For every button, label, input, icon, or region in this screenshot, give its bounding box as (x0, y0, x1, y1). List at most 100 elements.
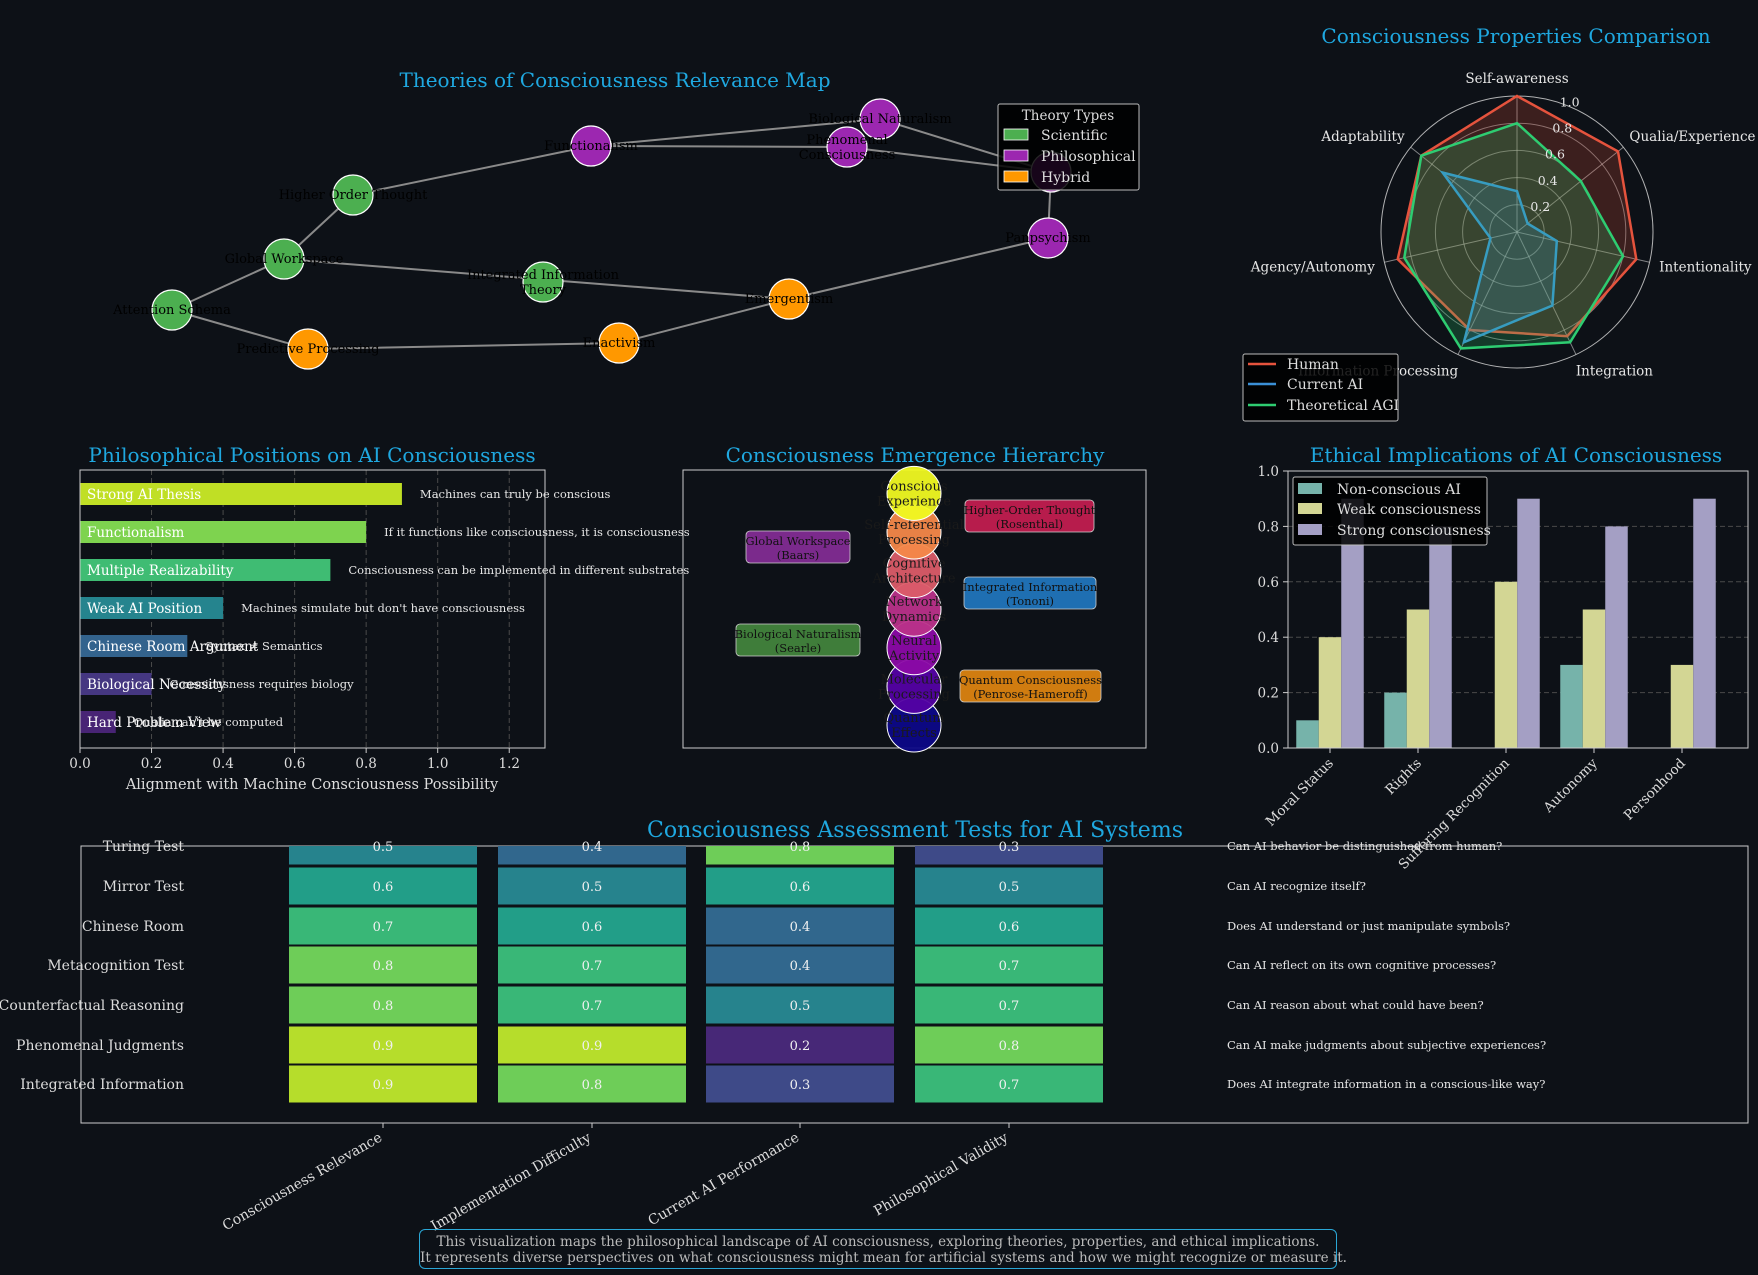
hierarchy-theory-label-3: Biological Naturalism (735, 627, 862, 641)
tests-cell-value-4-1: 0.7 (582, 999, 603, 1014)
legend-swatch-scientific (1003, 128, 1029, 141)
tests-cell-value-4-2: 0.5 (790, 999, 811, 1014)
theory-node-label-functionalism: Functionalism (544, 139, 638, 154)
ethics-bar-suffering-recognition-weak-consciousness (1494, 581, 1518, 748)
tests-cell-value-4-0: 0.8 (373, 999, 394, 1014)
ethics-title: Ethical Implications of AI Consciousness (1310, 443, 1722, 467)
tests-cell-value-0-2: 0.8 (790, 840, 811, 855)
tests-cell-value-3-0: 0.8 (373, 959, 394, 974)
hierarchy-theory-quantum-consciousness: Quantum Consciousness(Penrose-Hameroff) (959, 669, 1102, 703)
ethics-bar-autonomy-non-conscious-ai (1560, 664, 1583, 748)
hierarchy-level-label-5: Self-referential Processing (864, 518, 963, 548)
ethics-xtick-rights: Rights (1382, 755, 1425, 798)
positions-annotation-6: Qualia can't be computed (134, 715, 284, 729)
tests-cell-value-1-2: 0.6 (790, 880, 811, 895)
radar-rtick-3: 0.8 (1552, 121, 1572, 136)
radar-title: Consciousness Properties Comparison (1321, 24, 1710, 48)
radar-panel: Consciousness Properties Comparison 0.2 0… (1242, 24, 1756, 422)
legend-swatch-strong (1298, 524, 1322, 535)
theory-map-panel: Theories of Consciousness Relevance Map … (112, 68, 1140, 370)
radar-rtick-2: 0.6 (1545, 147, 1565, 162)
ethics-ytick-1: 0.2 (1258, 686, 1279, 702)
positions-bar-label-multiple-realizability: Multiple Realizability (87, 563, 234, 579)
tests-cell-value-5-0: 0.9 (373, 1039, 394, 1054)
ethics-xtick-autonomy: Autonomy (1540, 755, 1601, 816)
tests-cell-value-5-3: 0.8 (999, 1039, 1020, 1054)
legend-label-scientific: Scientific (1041, 128, 1108, 144)
ethics-legend: Non-conscious AI Weak consciousness Stro… (1292, 476, 1491, 546)
tests-cell-value-6-0: 0.9 (373, 1078, 394, 1093)
theory-edge-9 (788, 237, 1049, 300)
hierarchy-theory-biological-naturalism: Biological Naturalism(Searle) (735, 623, 862, 657)
tests-question-4: Can AI reason about what could have been… (1227, 998, 1484, 1012)
tests-question-2: Does AI understand or just manipulate sy… (1227, 919, 1510, 933)
theory-map-legend: Theory Types Scientific Philosophical Hy… (997, 103, 1140, 191)
hierarchy-level-label-4: Cognitive Architecture (871, 557, 955, 587)
tests-cell-value-2-2: 0.4 (790, 920, 811, 935)
radar-axis-label-qualia-experience: Qualia/Experience (1629, 129, 1755, 145)
radar-rtick-1: 0.4 (1538, 173, 1558, 188)
legend-label-theoretical-agi: Theoretical AGI (1287, 398, 1399, 414)
ethics-bar-moral-status-weak-consciousness (1318, 637, 1342, 748)
hierarchy-level-label-1: Molecular Processing (878, 672, 950, 702)
legend-swatch-philosophical (1003, 149, 1029, 162)
tests-question-0: Can AI behavior be distinguished from hu… (1227, 839, 1502, 853)
legend-label-current-ai: Current AI (1287, 377, 1363, 393)
tests-cell-value-0-3: 0.3 (999, 840, 1020, 855)
radar-axis-label-self-awareness: Self-awareness (1465, 71, 1568, 87)
hierarchy-theory-integrated-information: Integrated Information(Tononi) (963, 576, 1098, 610)
tests-cell-value-2-1: 0.6 (582, 920, 603, 935)
positions-title: Philosophical Positions on AI Consciousn… (88, 443, 535, 467)
positions-xlabel: Alignment with Machine Consciousness Pos… (125, 777, 499, 793)
hierarchy-theory-sub-2: (Tononi) (1006, 594, 1054, 608)
ethics-bar-autonomy-weak-consciousness (1582, 609, 1606, 748)
ethics-bar-autonomy-strong-consciousness (1605, 526, 1628, 748)
positions-bar-label-functionalism: Functionalism (87, 525, 184, 541)
tests-row-label-turing-test: Turing Test (103, 839, 185, 855)
tests-cell-value-5-2: 0.2 (790, 1039, 811, 1054)
ethics-ytick-4: 0.8 (1258, 519, 1279, 535)
caption-line-1: This visualization maps the philosophica… (436, 1234, 1320, 1250)
tests-cell-value-6-1: 0.8 (582, 1078, 603, 1093)
tests-column-label-implementation-difficulty: Implementation Difficulty (428, 1130, 594, 1235)
hierarchy-level-label-3: Network Dynamics (882, 595, 946, 625)
figure-canvas: Theories of Consciousness Relevance Map … (0, 24, 1756, 1235)
ethics-bar-personhood-weak-consciousness (1670, 664, 1694, 748)
legend-label-human: Human (1287, 357, 1339, 373)
tests-row-label-mirror-test: Mirror Test (103, 879, 184, 895)
positions-annotation-4: Syntax ≠ Semantics (205, 639, 322, 653)
positions-xtick-1: 0.2 (141, 756, 162, 772)
tests-column-label-current-ai-performance: Current AI Performance (646, 1130, 802, 1230)
radar-rtick-4: 1.0 (1560, 94, 1580, 109)
legend-label-weak: Weak consciousness (1337, 502, 1481, 518)
legend-label-hybrid: Hybrid (1041, 170, 1090, 186)
tests-cell-value-1-3: 0.5 (999, 880, 1020, 895)
hierarchy-level-label-0: Quantum Effects (883, 711, 944, 741)
tests-row-label-integrated-information: Integrated Information (20, 1077, 184, 1093)
hierarchy-title: Consciousness Emergence Hierarchy (726, 443, 1106, 467)
ethics-bar-rights-weak-consciousness (1406, 609, 1430, 748)
theory-node-label-global-workspace: Global Workspace (225, 252, 344, 267)
tests-cell-value-3-3: 0.7 (999, 959, 1020, 974)
tests-column-label-philosophical-validity: Philosophical Validity (871, 1130, 1011, 1220)
theory-map-title: Theories of Consciousness Relevance Map (399, 68, 830, 92)
hierarchy-panel: Consciousness Emergence Hierarchy Global… (682, 443, 1147, 753)
ethics-xtick-moral-status: Moral Status (1263, 755, 1337, 829)
positions-annotation-1: If it functions like consciousness, it i… (384, 525, 690, 539)
legend-swatch-non-conscious (1298, 483, 1322, 494)
theory-node-label-biological-naturalism: Biological Naturalism (808, 112, 951, 127)
theory-node-label-panpsychism: Panpsychism (1005, 231, 1090, 246)
hierarchy-level-label-2: Neural Activity (888, 634, 940, 664)
tests-cell-value-0-1: 0.4 (582, 840, 603, 855)
hierarchy-theory-global-workspace: Global Workspace(Baars) (745, 530, 851, 564)
tests-cell-value-4-3: 0.7 (999, 999, 1020, 1014)
positions-annotation-0: Machines can truly be conscious (420, 487, 611, 501)
positions-xtick-3: 0.6 (284, 756, 305, 772)
caption-line-2: It represents diverse perspectives on wh… (420, 1250, 1347, 1266)
ethics-ytick-0: 0.0 (1258, 741, 1279, 757)
theory-node-label-emergentism: Emergentism (745, 292, 834, 307)
hierarchy-level-label-6: Conscious Experience (877, 479, 952, 509)
theory-node-label-attention-schema: Attention Schema (112, 303, 231, 318)
ethics-panel: Ethical Implications of AI Consciousness… (1258, 443, 1749, 873)
tests-title: Consciousness Assessment Tests for AI Sy… (647, 818, 1183, 843)
